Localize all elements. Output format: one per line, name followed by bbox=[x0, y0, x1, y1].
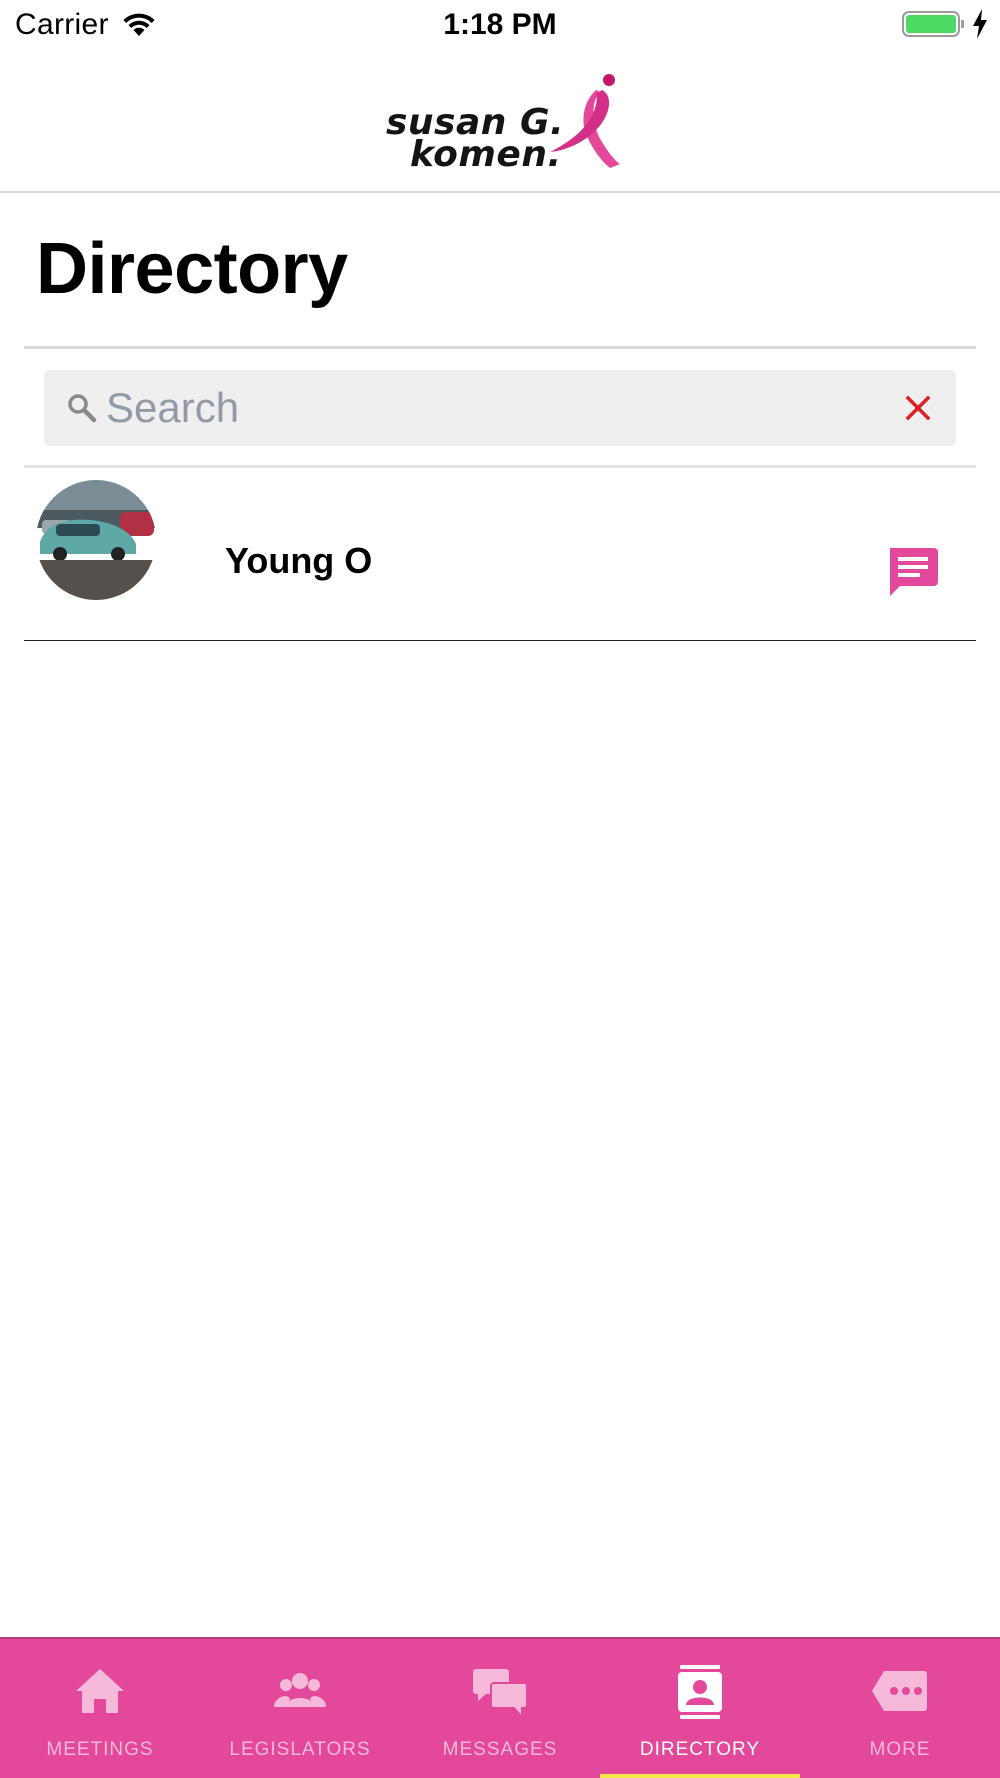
tab-directory[interactable]: DIRECTORY bbox=[600, 1639, 800, 1778]
search-bar bbox=[44, 370, 956, 446]
charging-bolt-icon bbox=[973, 9, 987, 39]
car-photo-avatar bbox=[36, 480, 156, 600]
tab-meetings[interactable]: MEETINGS bbox=[0, 1639, 200, 1778]
people-icon bbox=[274, 1673, 326, 1707]
avatar bbox=[36, 480, 156, 600]
tab-legislators[interactable]: LEGISLATORS bbox=[200, 1639, 400, 1778]
clock: 1:18 PM bbox=[443, 8, 557, 41]
contact-card-icon bbox=[678, 1665, 722, 1719]
status-bar: Carrier 1:18 PM bbox=[0, 0, 1000, 50]
tab-label: MORE bbox=[869, 1739, 931, 1760]
active-tab-indicator bbox=[600, 1774, 800, 1778]
close-icon[interactable] bbox=[902, 392, 934, 424]
title-divider bbox=[24, 346, 976, 349]
list-item[interactable]: Young O bbox=[24, 468, 976, 641]
app-header: susan G. komen. bbox=[0, 50, 1000, 193]
tab-label: LEGISLATORS bbox=[229, 1739, 371, 1760]
page-title: Directory bbox=[36, 229, 348, 309]
chat-icon[interactable] bbox=[884, 544, 940, 600]
tab-more[interactable]: MORE bbox=[800, 1639, 1000, 1778]
search-icon bbox=[68, 394, 97, 423]
tab-messages[interactable]: MESSAGES bbox=[400, 1639, 600, 1778]
tab-label: DIRECTORY bbox=[639, 1739, 761, 1760]
more-tag-icon bbox=[872, 1671, 927, 1711]
komen-logo: susan G. komen. bbox=[380, 72, 630, 175]
battery-icon bbox=[902, 11, 964, 37]
pink-ribbon-icon bbox=[550, 74, 620, 168]
tab-label: MEETINGS bbox=[46, 1739, 154, 1760]
tab-label: MESSAGES bbox=[442, 1739, 558, 1760]
chat-bubbles-icon bbox=[473, 1669, 528, 1719]
contact-name: Young O bbox=[225, 540, 373, 581]
tab-bar: MEETINGS LEGISLATORS MESSAGES DIRECTORY bbox=[0, 1637, 1000, 1778]
home-icon bbox=[76, 1669, 124, 1713]
search-input[interactable] bbox=[106, 380, 886, 436]
